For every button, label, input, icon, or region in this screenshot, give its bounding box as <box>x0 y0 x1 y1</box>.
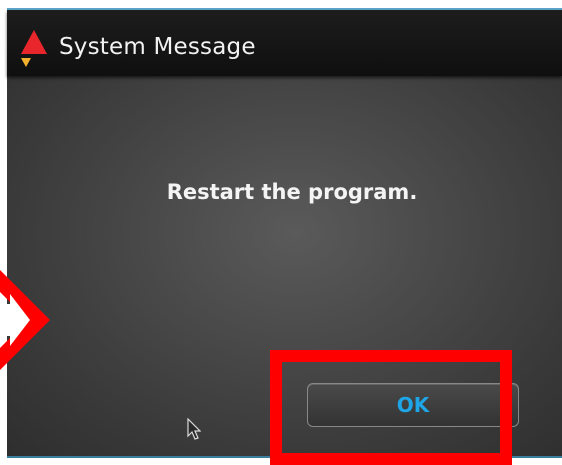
app-logo-icon <box>21 30 47 67</box>
title-bar: System Message <box>7 10 562 76</box>
ok-button[interactable]: OK <box>307 383 519 427</box>
screen: System Message Restart the program. OK <box>0 0 562 465</box>
dialog-title: System Message <box>59 34 256 60</box>
mouse-pointer-icon <box>187 418 201 440</box>
system-message-dialog: System Message Restart the program. OK <box>7 8 562 458</box>
dialog-message: Restart the program. <box>166 180 418 204</box>
